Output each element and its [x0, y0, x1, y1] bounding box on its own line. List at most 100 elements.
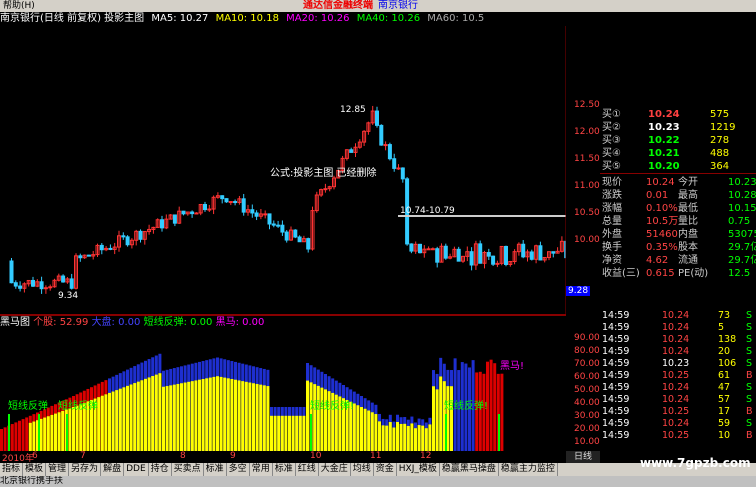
ma10-label: MA10: 10.18	[215, 13, 279, 24]
candle-body	[430, 248, 435, 251]
indicator-bar-yellow	[190, 381, 194, 451]
help-menu[interactable]: 帮助(H)	[0, 1, 38, 11]
indicator-tab[interactable]: DDE	[124, 463, 149, 476]
candle-body	[469, 251, 474, 266]
rebound-marker	[498, 414, 500, 451]
watermark: www.7gpzb.com	[640, 456, 751, 470]
indicator-tab[interactable]: 指标	[0, 463, 24, 476]
indicator-tab[interactable]: 买卖点	[172, 463, 204, 476]
indicator-bar-yellow	[140, 380, 144, 451]
indicator-tab[interactable]: 管理	[46, 463, 70, 476]
candle-body	[267, 213, 272, 225]
indicator-tab[interactable]: 常用	[250, 463, 273, 476]
indicator-bar-yellow	[68, 408, 72, 451]
indicator-bar-yellow	[450, 386, 453, 451]
trade-row: 14:59 10.24 138 S	[602, 334, 753, 345]
candle-body	[39, 281, 44, 290]
indicator-tab[interactable]: 稳赢主力监控	[499, 463, 558, 476]
last-price-tag: 9.28	[566, 286, 591, 296]
indicator-bar-yellow	[374, 414, 378, 451]
candle-body	[69, 278, 74, 289]
candle-body	[323, 188, 328, 191]
indicator-bar-yellow	[363, 408, 367, 451]
indicator-bar-blue	[0, 429, 3, 451]
indicator-bar-yellow	[216, 376, 219, 451]
candle-body	[13, 282, 18, 287]
indicator-tab[interactable]: 持仓	[149, 463, 172, 476]
candle-body	[383, 144, 388, 147]
indicator-tab[interactable]: 资金	[374, 463, 397, 476]
indicator-axis-tick: 30.00	[574, 411, 600, 421]
indicator-bar-yellow	[381, 425, 385, 451]
indicator-bar-yellow	[432, 386, 435, 451]
indicator-bar-yellow	[100, 395, 104, 451]
indicator-bar-yellow	[169, 385, 173, 451]
candle-body	[108, 247, 113, 250]
trade-row: 14:59 10.24 59 S	[602, 418, 753, 429]
candlestick-chart[interactable]: 10.74-10.79 12.85 9.34 公式:投影主图 已经删除	[0, 26, 566, 316]
candle-body	[435, 248, 440, 263]
indicator-bar-yellow	[111, 391, 115, 451]
indicator-bar-yellow	[385, 425, 389, 451]
candle-body	[48, 286, 53, 289]
trade-row: 14:59 10.24 20 S	[602, 346, 753, 357]
indicator-bar-yellow	[54, 413, 57, 451]
indicator-bar-yellow	[392, 427, 396, 451]
indicator-tab[interactable]: 稳赢黑马操盘	[440, 463, 499, 476]
date-axis: 2010年 6 7 8 9 10 11 12	[0, 451, 566, 464]
candle-body	[86, 254, 91, 257]
candle-body	[43, 287, 48, 290]
price-axis-tick: 11.00	[574, 181, 600, 191]
range-label: 10.74-10.79	[400, 206, 455, 216]
indicator-axis-tick: 10.00	[574, 437, 600, 447]
quote-stat-row: 外盘51460内盘53075	[602, 229, 756, 240]
indicator-bar-yellow	[259, 384, 263, 451]
indicator-chart[interactable]: 短线反弹 短线反弹 短线反弹! 短线反弹! 黑马!	[0, 329, 566, 451]
indicator-tab[interactable]: 大金庄	[319, 463, 351, 476]
order-book-row: 买① 10.24 575	[602, 109, 730, 120]
candle-body	[78, 255, 83, 259]
indicator-tab[interactable]: 另存为	[69, 463, 102, 476]
trade-ticks[interactable]: 14:59 10.24 73 S 14:59 10.24 5 S 14:59 10.24 138 S 1…	[600, 310, 756, 450]
indicator-tab[interactable]: 模板	[23, 463, 47, 476]
candle-body	[486, 252, 491, 257]
indicator-bar-yellow	[133, 383, 137, 451]
candle-body	[396, 167, 401, 170]
rebound-marker	[38, 414, 40, 451]
indicator-bar-yellow	[194, 380, 198, 451]
indicator-bar-yellow	[298, 415, 302, 451]
indicator-tab[interactable]: 红线	[296, 463, 319, 476]
tag-rebound-4: 短线反弹!	[444, 399, 488, 412]
candle-body	[125, 236, 130, 246]
candle-body	[349, 149, 354, 153]
price-axis-tick: 12.50	[574, 100, 600, 110]
deleted-notice: 公式:投影主图 已经删除	[270, 166, 377, 179]
indicator-rebound: 短线反弹: 0.00	[143, 317, 213, 328]
period-day-button[interactable]: 日线	[566, 451, 600, 463]
candle-body	[18, 285, 23, 289]
indicator-tab[interactable]: 标准	[204, 463, 227, 476]
quote-stat-row: 涨幅 0.10% 最低 10.15	[602, 203, 756, 214]
broker-name: 南京银行	[378, 0, 418, 11]
indicator-bar-yellow	[183, 382, 187, 451]
indicator-bar-blue	[493, 363, 497, 451]
indicator-bar-yellow	[129, 384, 133, 451]
indicator-bar-yellow	[273, 415, 277, 451]
indicator-tab[interactable]: 解盘	[101, 463, 125, 476]
rebound-marker	[8, 414, 10, 451]
indicator-tab[interactable]: 多空	[227, 463, 250, 476]
indicator-tab[interactable]: 均线	[351, 463, 374, 476]
indicator-axis-tick: 90.00	[574, 333, 600, 343]
candle-body	[228, 201, 233, 204]
indicator-axis-tick: 20.00	[574, 424, 600, 434]
indicator-bar-yellow	[396, 421, 399, 451]
indicator-tab[interactable]: 标准	[273, 463, 296, 476]
indicator-bar-yellow	[291, 415, 295, 451]
quote-panel: 买① 10.24 575 买② 10.23 1219 买③ 10.22 278 买④ 10.21 48…	[600, 108, 756, 308]
indicator-bar-yellow	[234, 379, 237, 451]
candle-body	[418, 243, 422, 254]
indicator-bar-yellow	[360, 407, 363, 451]
trade-row: 14:59 10.25 61 B	[602, 370, 753, 381]
candle-body	[491, 255, 496, 265]
indicator-tab[interactable]: HXJ_模板	[397, 463, 440, 476]
